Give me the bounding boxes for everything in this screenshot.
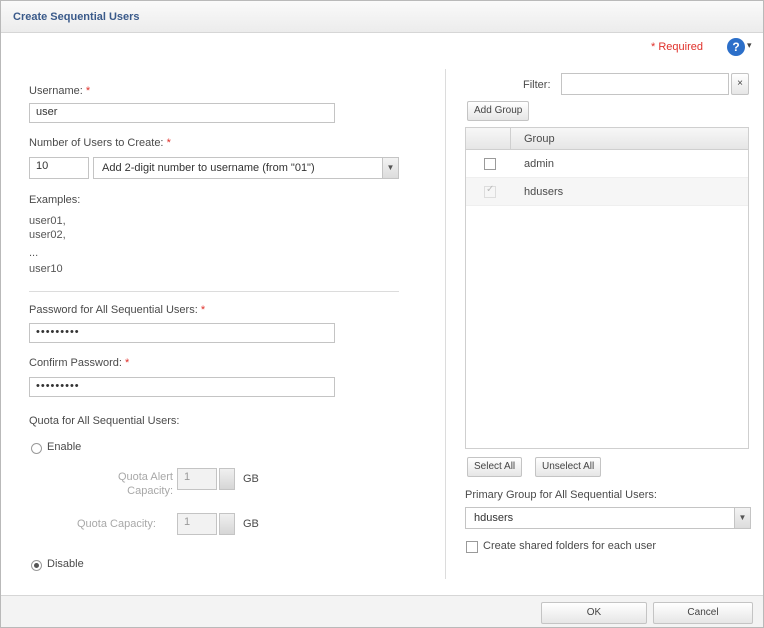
table-row[interactable]: hdusers bbox=[466, 178, 748, 206]
dialog-footer: OK Cancel bbox=[1, 595, 763, 627]
grid-header-group[interactable]: Group bbox=[524, 133, 555, 145]
password-input[interactable]: ••••••••• bbox=[29, 323, 335, 343]
column-divider bbox=[445, 69, 446, 579]
number-suffix-select[interactable]: Add 2-digit number to username (from "01… bbox=[93, 157, 399, 179]
username-label: Username: * bbox=[29, 85, 91, 97]
unselect-all-button[interactable]: Unselect All bbox=[535, 457, 602, 477]
group-grid: Group admin hdusers bbox=[465, 127, 749, 449]
example-item: user01, bbox=[29, 215, 66, 227]
help-icon[interactable]: ? bbox=[727, 38, 745, 56]
example-item: user10 bbox=[29, 263, 63, 275]
ok-button[interactable]: OK bbox=[541, 602, 647, 624]
group-checkbox[interactable] bbox=[484, 158, 496, 170]
create-folders-label: Create shared folders for each user bbox=[483, 540, 657, 552]
title-bar[interactable]: Create Sequential Users bbox=[1, 1, 763, 33]
confirm-password-label: Confirm Password: * bbox=[29, 357, 130, 369]
quota-alert-unit: GB bbox=[243, 473, 259, 485]
example-item: ... bbox=[29, 247, 39, 259]
quota-label: Quota for All Sequential Users: bbox=[29, 415, 180, 427]
required-note: * Required bbox=[651, 41, 703, 53]
quota-alert-input[interactable]: 1 bbox=[177, 468, 217, 490]
user-count-label: Number of Users to Create: * bbox=[29, 137, 171, 149]
cancel-button[interactable]: Cancel bbox=[653, 602, 753, 624]
quota-capacity-input[interactable]: 1 bbox=[177, 513, 217, 535]
quota-capacity-spinner[interactable] bbox=[219, 513, 235, 535]
primary-group-value: hdusers bbox=[474, 512, 514, 524]
dialog-title: Create Sequential Users bbox=[13, 11, 140, 23]
filter-clear-button[interactable]: × bbox=[731, 73, 749, 95]
create-sequential-users-dialog: Create Sequential Users * Required ? ▾ U… bbox=[0, 0, 764, 628]
select-all-button[interactable]: Select All bbox=[467, 457, 523, 477]
add-group-button[interactable]: Add Group bbox=[467, 101, 530, 121]
quota-enable-label: Enable bbox=[47, 441, 82, 453]
section-divider bbox=[29, 291, 399, 292]
table-row[interactable]: admin bbox=[466, 150, 748, 178]
quota-alert-label: Quota Alert bbox=[117, 471, 173, 483]
group-checkbox[interactable] bbox=[484, 184, 496, 198]
username-input[interactable]: user bbox=[29, 103, 335, 123]
user-count-input[interactable]: 10 bbox=[29, 157, 89, 179]
password-label: Password for All Sequential Users: * bbox=[29, 304, 206, 316]
filter-input[interactable] bbox=[561, 73, 729, 95]
quota-disable-radio[interactable] bbox=[31, 560, 42, 571]
number-suffix-value: Add 2-digit number to username (from "01… bbox=[102, 162, 315, 174]
group-name: admin bbox=[524, 158, 554, 170]
quota-capacity-label: Quota Capacity: bbox=[77, 518, 156, 530]
chevron-down-icon[interactable]: ▼ bbox=[734, 508, 750, 528]
primary-group-label: Primary Group for All Sequential Users: bbox=[465, 489, 657, 501]
confirm-password-input[interactable]: ••••••••• bbox=[29, 377, 335, 397]
quota-capacity-unit: GB bbox=[243, 518, 259, 530]
grid-header: Group bbox=[466, 128, 748, 150]
examples-label: Examples: bbox=[29, 194, 81, 206]
column-separator bbox=[510, 128, 511, 150]
example-item: user02, bbox=[29, 229, 66, 241]
quota-disable-label: Disable bbox=[47, 558, 84, 570]
chevron-down-icon[interactable]: ▾ bbox=[747, 40, 752, 51]
group-name: hdusers bbox=[524, 186, 564, 198]
quota-enable-radio[interactable] bbox=[31, 443, 42, 454]
create-folders-checkbox[interactable] bbox=[466, 541, 478, 553]
quota-alert-spinner[interactable] bbox=[219, 468, 235, 490]
quota-alert-label-cont: Capacity: bbox=[127, 485, 173, 497]
chevron-down-icon[interactable]: ▼ bbox=[382, 158, 398, 178]
filter-label: Filter: bbox=[523, 79, 551, 91]
primary-group-select[interactable]: hdusers ▼ bbox=[465, 507, 751, 529]
